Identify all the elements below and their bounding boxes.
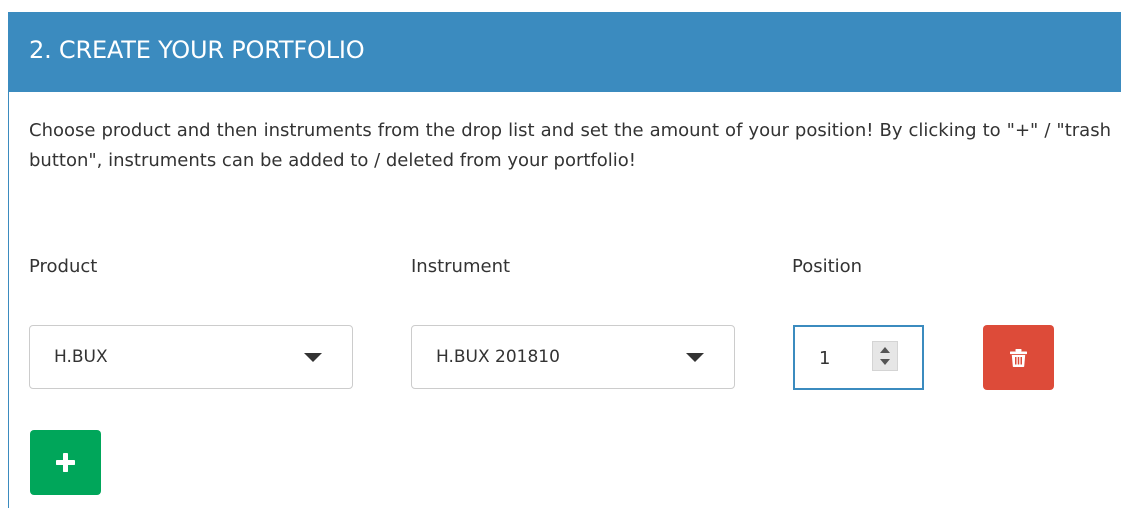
portfolio-panel: 2. CREATE YOUR PORTFOLIO Choose product … [8,12,1121,508]
delete-row-button[interactable] [983,325,1054,390]
chevron-down-icon [304,353,322,362]
panel-header: 2. CREATE YOUR PORTFOLIO [9,12,1121,92]
plus-icon [56,453,75,472]
position-input[interactable]: 1 [793,325,924,390]
chevron-down-icon [686,353,704,362]
position-column-label: Position [792,256,863,277]
stepper-up-icon[interactable] [880,347,890,353]
instrument-column-label: Instrument [411,256,511,277]
position-stepper[interactable] [872,341,898,371]
product-select[interactable]: H.BUX [29,325,353,389]
instrument-select-value: H.BUX 201810 [436,347,560,367]
instructions-text: Choose product and then instruments from… [29,120,1111,171]
panel-title: 2. CREATE YOUR PORTFOLIO [29,36,365,64]
instrument-select[interactable]: H.BUX 201810 [411,325,735,389]
product-select-value: H.BUX [54,347,108,367]
trash-icon [1010,349,1027,367]
product-column-label: Product [29,256,98,277]
position-value: 1 [819,348,831,369]
add-row-button[interactable] [30,430,101,495]
stepper-down-icon[interactable] [880,359,890,365]
